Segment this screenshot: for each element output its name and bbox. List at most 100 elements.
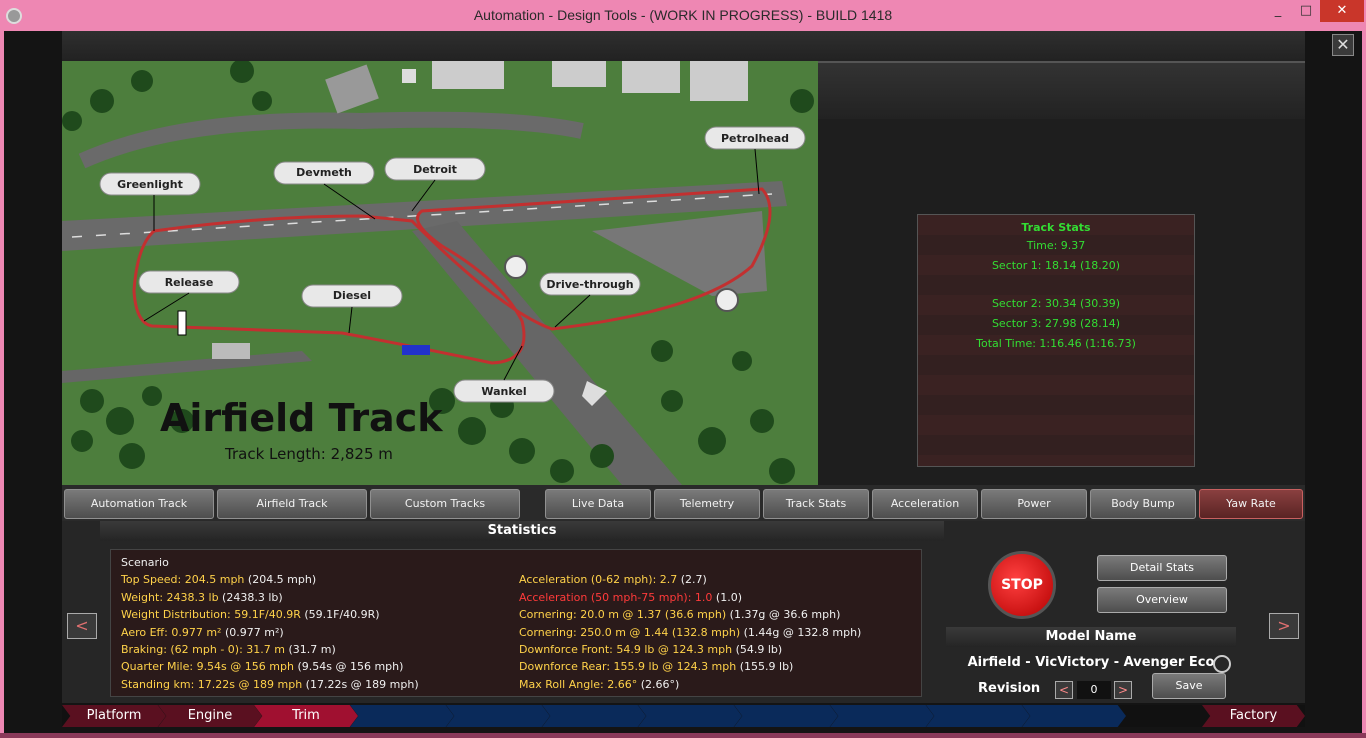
stat-value: (17.22s @ 189 mph) (302, 677, 419, 691)
nav-wheels[interactable] (446, 705, 550, 727)
stat-row: Braking: (62 mph - 0): 31.7 m (31.7 m) (121, 643, 419, 660)
navigation-bar: Platform Engine Trim Factory (62, 705, 1305, 727)
tab-power[interactable]: Power (981, 489, 1087, 519)
stat-value: (9.54s @ 156 mph) (293, 660, 404, 674)
stat-row: Max Roll Angle: 2.66° (2.66°) (519, 678, 861, 695)
stat-value: (1.0) (712, 590, 743, 604)
corner-label: Greenlight (117, 178, 183, 191)
corner-label: Drive-through (546, 278, 633, 291)
stat-row: Standing km: 17.22s @ 189 mph (17.22s @ … (121, 678, 419, 695)
stat-label: Quarter Mile: 9.54s @ 156 mph (121, 660, 294, 674)
statistics-left-column: Scenario Top Speed: 204.5 mph (204.5 mph… (121, 556, 419, 695)
tab-acceleration[interactable]: Acceleration (872, 489, 978, 519)
nav-tuning[interactable] (926, 705, 1030, 727)
stat-label: Top Speed: 204.5 mph (121, 573, 245, 587)
next-arrow-button[interactable]: > (1269, 613, 1299, 639)
top-bar: ✕ (62, 31, 1354, 61)
minimize-button[interactable]: _ (1265, 0, 1291, 22)
overview-button[interactable]: Overview (1097, 587, 1227, 613)
stat-label: Downforce Rear: 155.9 lb @ 124.3 mph (519, 660, 737, 674)
stat-value: (1.44g @ 132.8 mph) (740, 625, 862, 639)
stop-button[interactable]: STOP (988, 551, 1056, 619)
map-title: Airfield Track (160, 396, 443, 440)
tab-custom-tracks[interactable]: Custom Tracks (370, 489, 520, 519)
stat-label: Cornering: 20.0 m @ 1.37 (36.6 mph) (519, 608, 727, 622)
tab-airfield-track[interactable]: Airfield Track (217, 489, 367, 519)
stat-label: Downforce Front: 54.9 lb @ 124.3 mph (519, 642, 733, 656)
tab-automation-track[interactable]: Automation Track (64, 489, 214, 519)
stat-row: Quarter Mile: 9.54s @ 156 mph (9.54s @ 1… (121, 660, 419, 677)
stat-row: Top Speed: 204.5 mph (204.5 mph) (121, 573, 419, 590)
stat-value: (155.9 lb) (736, 660, 794, 674)
revision-next-button[interactable]: > (1114, 681, 1132, 699)
stat-row: Cornering: 20.0 m @ 1.37 (36.6 mph) (1.3… (519, 608, 861, 625)
data-panel: Track Stats Time: 9.37 Sector 1: 18.14 (… (818, 61, 1305, 485)
window-titlebar: Automation - Design Tools - (WORK IN PRO… (0, 0, 1366, 31)
detail-stats-button[interactable]: Detail Stats (1097, 555, 1227, 581)
nav-suspension[interactable] (542, 705, 646, 727)
corner-label: Devmeth (296, 166, 352, 179)
track-stats-box: Track Stats Time: 9.37 Sector 1: 18.14 (… (917, 214, 1195, 467)
statistics-right-column: Acceleration (0-62 mph): 2.7 (2.7) Accel… (519, 573, 861, 695)
nav-trim[interactable]: Trim (254, 705, 358, 727)
stat-row: Cornering: 250.0 m @ 1.44 (132.8 mph) (1… (519, 626, 861, 643)
nav-factory[interactable]: Factory (1202, 705, 1305, 727)
nav-platform[interactable]: Platform (62, 705, 166, 727)
track-map: Airfield Track Track Length: 2,825 m Gre… (62, 61, 818, 485)
stat-row: Downforce Front: 54.9 lb @ 124.3 mph (54… (519, 643, 861, 660)
model-name-title: Model Name (946, 627, 1236, 647)
nav-testing[interactable] (1022, 705, 1126, 727)
tab-telemetry[interactable]: Telemetry (654, 489, 760, 519)
nav-interior[interactable] (830, 705, 934, 727)
window-title: Automation - Design Tools - (WORK IN PRO… (473, 7, 893, 23)
corner-label: Wankel (481, 385, 526, 398)
stat-value: (0.977 m²) (221, 625, 284, 639)
stat-label: Acceleration (0-62 mph): 2.7 (519, 573, 678, 587)
stat-value: (31.7 m) (285, 642, 336, 656)
stat-row: Downforce Rear: 155.9 lb @ 124.3 mph (15… (519, 660, 861, 677)
total-time-stat: Total Time: 1:16.46 (1:16.73) (976, 337, 1136, 350)
prev-arrow-button[interactable]: < (67, 613, 97, 639)
track-length: Track Length: 2,825 m (224, 445, 393, 463)
tab-yaw-rate[interactable]: Yaw Rate (1199, 489, 1303, 519)
tab-track-stats[interactable]: Track Stats (763, 489, 869, 519)
stat-row: Weight: 2438.3 lb (2438.3 lb) (121, 591, 419, 608)
bottom-panel: Statistics Scenario Top Speed: 204.5 mph… (62, 521, 1305, 703)
stat-value: (204.5 mph) (244, 573, 317, 587)
refresh-icon[interactable] (1213, 655, 1231, 673)
nav-aero[interactable] (734, 705, 838, 727)
maximize-button[interactable]: □ (1293, 0, 1319, 22)
close-panel-button[interactable]: ✕ (1332, 34, 1354, 56)
tab-live-data[interactable]: Live Data (545, 489, 651, 519)
revision-value: 0 (1077, 681, 1111, 699)
model-name: Airfield - VicVictory - Avenger Eco (967, 655, 1215, 670)
corner-label: Diesel (333, 289, 371, 302)
revision-prev-button[interactable]: < (1055, 681, 1073, 699)
stat-label: Aero Eff: 0.977 m² (121, 625, 222, 639)
taskbar (0, 733, 1366, 738)
sector3-stat: Sector 3: 27.98 (28.14) (991, 317, 1121, 330)
stat-value: (2438.3 lb) (218, 590, 283, 604)
stat-value: (54.9 lb) (732, 642, 783, 656)
stat-value: (1.37g @ 36.6 mph) (726, 608, 841, 622)
nav-engine[interactable]: Engine (158, 705, 262, 727)
stat-label: Weight: 2438.3 lb (121, 590, 219, 604)
nav-body[interactable] (638, 705, 742, 727)
statistics-title: Statistics (100, 521, 944, 541)
data-panel-header (818, 61, 1305, 119)
nav-gearbox[interactable] (350, 705, 454, 727)
corner-label: Petrolhead (721, 132, 789, 145)
corner-label: Detroit (413, 163, 457, 176)
close-window-button[interactable]: ✕ (1320, 0, 1364, 22)
stat-label: Braking: (62 mph - 0): 31.7 m (121, 642, 286, 656)
save-button[interactable]: Save (1152, 673, 1226, 699)
tab-body-bump[interactable]: Body Bump (1090, 489, 1196, 519)
stat-row: Acceleration (50 mph-75 mph): 1.0 (1.0) (519, 591, 861, 608)
revision-label: Revision (978, 681, 1041, 696)
stat-label: Cornering: 250.0 m @ 1.44 (132.8 mph) (519, 625, 741, 639)
stat-label: Standing km: 17.22s @ 189 mph (121, 677, 303, 691)
scenario-label: Scenario (121, 556, 169, 569)
stat-label: Acceleration (50 mph-75 mph): 1.0 (519, 590, 713, 604)
stat-row: Acceleration (0-62 mph): 2.7 (2.7) (519, 573, 861, 590)
stat-row: Aero Eff: 0.977 m² (0.977 m²) (121, 626, 419, 643)
